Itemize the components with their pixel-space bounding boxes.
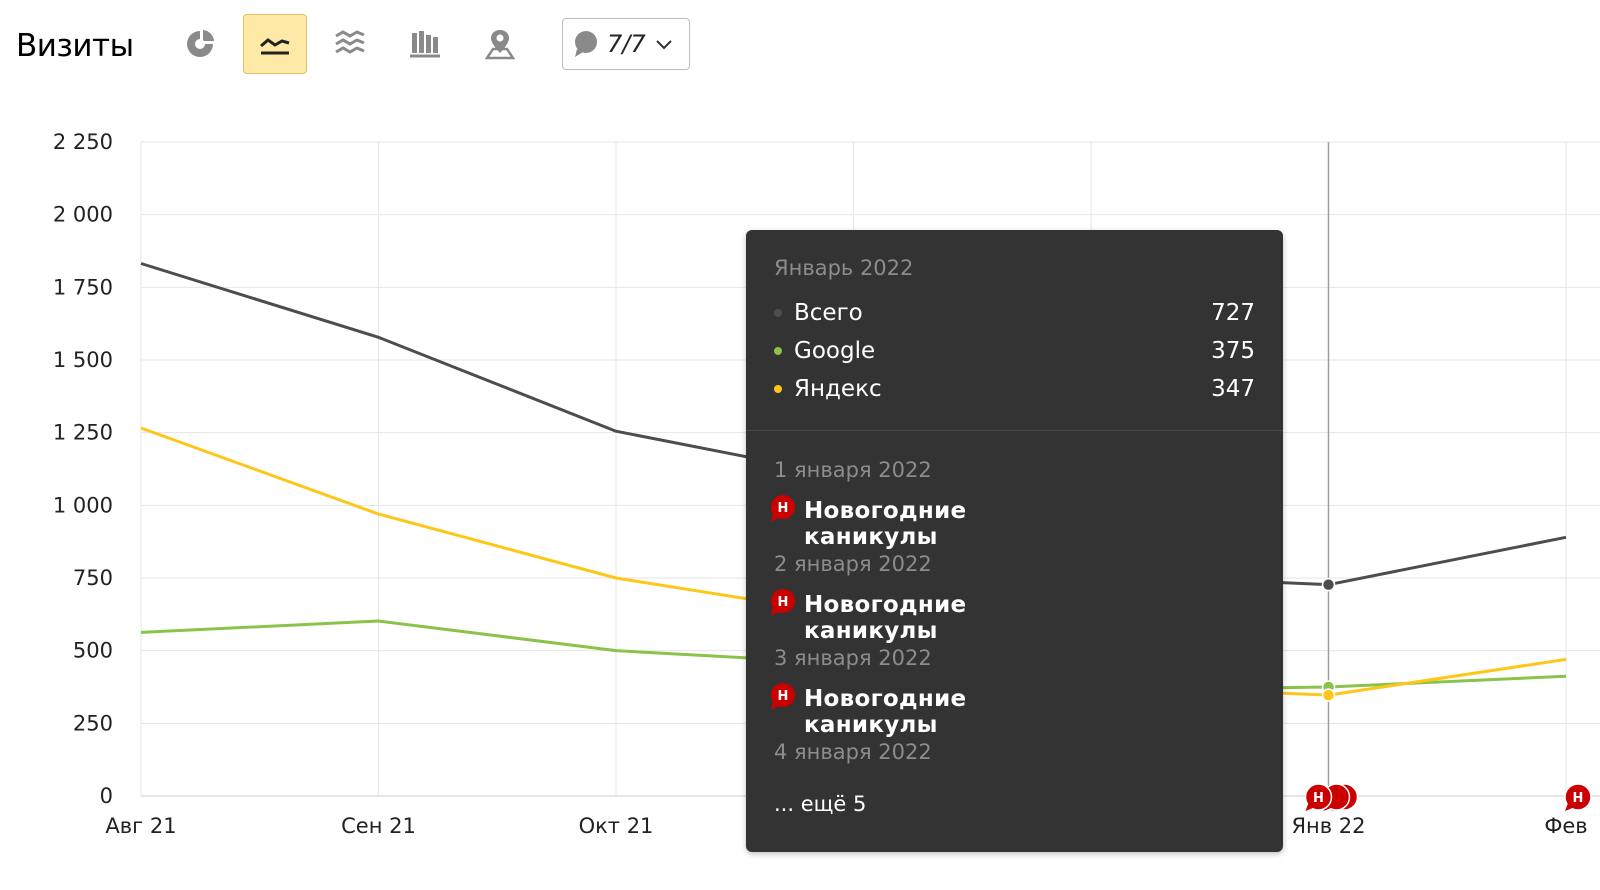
line-chart-icon xyxy=(260,38,290,55)
event-date: 4 января 2022 xyxy=(774,740,932,764)
chart-title: Визиты xyxy=(16,28,134,64)
event-text: Новогодние каникулы xyxy=(804,592,967,644)
tooltip-divider xyxy=(746,430,1283,431)
marker-letter: Н xyxy=(778,501,789,516)
holiday-marker-icon: Н xyxy=(771,683,795,710)
area-chart-icon xyxy=(335,30,365,54)
event-marker-jan: Н xyxy=(1304,783,1333,811)
highlight-point xyxy=(1321,577,1336,592)
chevron-down-icon xyxy=(655,40,672,50)
holiday-marker-icon: Н xyxy=(771,495,795,522)
marker-letter: Н xyxy=(778,689,789,704)
tooltip-row-value: 375 xyxy=(1211,338,1255,364)
x-tick-label: Окт 21 xyxy=(579,814,654,838)
y-tick-label: 750 xyxy=(73,566,113,590)
series-dot-google xyxy=(774,347,782,355)
tooltip-row-yandex: Яндекс 347 xyxy=(774,372,1255,408)
chart-tooltip: Январь 2022 Всего 727 Google 375 Яндекс … xyxy=(746,230,1283,852)
area-chart-button[interactable] xyxy=(318,14,382,74)
more-events-link[interactable]: ... ещё 5 xyxy=(774,792,866,816)
tooltip-row-name: Google xyxy=(794,338,876,364)
series-dot-total xyxy=(774,309,782,317)
tooltip-row-value: 727 xyxy=(1211,300,1255,326)
x-tick-label: Фев xyxy=(1544,814,1587,838)
y-tick-label: 500 xyxy=(73,639,113,663)
tooltip-row-name: Яндекс xyxy=(794,376,882,402)
pie-chart-button[interactable] xyxy=(168,14,232,74)
y-tick-label: 1 000 xyxy=(53,493,113,517)
x-tick-label: Янв 22 xyxy=(1291,814,1365,838)
tooltip-row-total: Всего 727 xyxy=(774,296,1255,332)
y-tick-label: 1 250 xyxy=(53,421,113,445)
x-tick-label: Авг 21 xyxy=(105,814,176,838)
marker-letter: Н xyxy=(1313,791,1324,806)
y-tick-label: 1 750 xyxy=(53,275,113,299)
y-tick-label: 1 500 xyxy=(53,348,113,372)
line-chart-button[interactable] xyxy=(243,14,307,74)
y-axis-ticks: 0 250 500 750 1 000 1 250 1 500 1 750 2 000 2 250 xyxy=(53,130,113,808)
annotations-dropdown[interactable]: 7/7 xyxy=(562,18,690,70)
y-tick-label: 0 xyxy=(100,784,113,808)
y-tick-label: 2 000 xyxy=(53,203,113,227)
speech-bubble-icon xyxy=(575,31,597,57)
event-text: Новогодние каникулы xyxy=(804,498,967,550)
marker-letter: Н xyxy=(1573,791,1584,806)
pie-chart-icon xyxy=(187,30,214,57)
event-markers: НН xyxy=(1304,783,1592,811)
tooltip-row-value: 347 xyxy=(1211,376,1255,402)
series-dot-yandex xyxy=(774,385,782,393)
y-tick-label: 2 250 xyxy=(53,130,113,154)
tooltip-row-google: Google 375 xyxy=(774,334,1255,370)
event-date: 3 января 2022 xyxy=(774,646,932,670)
annotations-count: 7/7 xyxy=(607,30,646,58)
y-tick-label: 250 xyxy=(73,711,113,735)
event-marker-feb: Н xyxy=(1564,783,1592,811)
map-button[interactable] xyxy=(468,14,532,74)
tooltip-row-name: Всего xyxy=(794,300,863,326)
bar-chart-button[interactable] xyxy=(393,14,457,74)
event-date: 1 января 2022 xyxy=(774,458,932,482)
event-date: 2 января 2022 xyxy=(774,552,932,576)
map-pin-icon xyxy=(484,30,516,60)
x-tick-label: Сен 21 xyxy=(341,814,416,838)
highlight-point xyxy=(1321,688,1336,702)
bar-chart-icon xyxy=(410,31,440,58)
holiday-marker-icon: Н xyxy=(771,589,795,616)
chart-toolbar: Визиты 7/7 xyxy=(0,0,1600,90)
marker-letter: Н xyxy=(778,595,789,610)
tooltip-period: Январь 2022 xyxy=(774,256,914,280)
event-text: Новогодние каникулы xyxy=(804,686,967,738)
